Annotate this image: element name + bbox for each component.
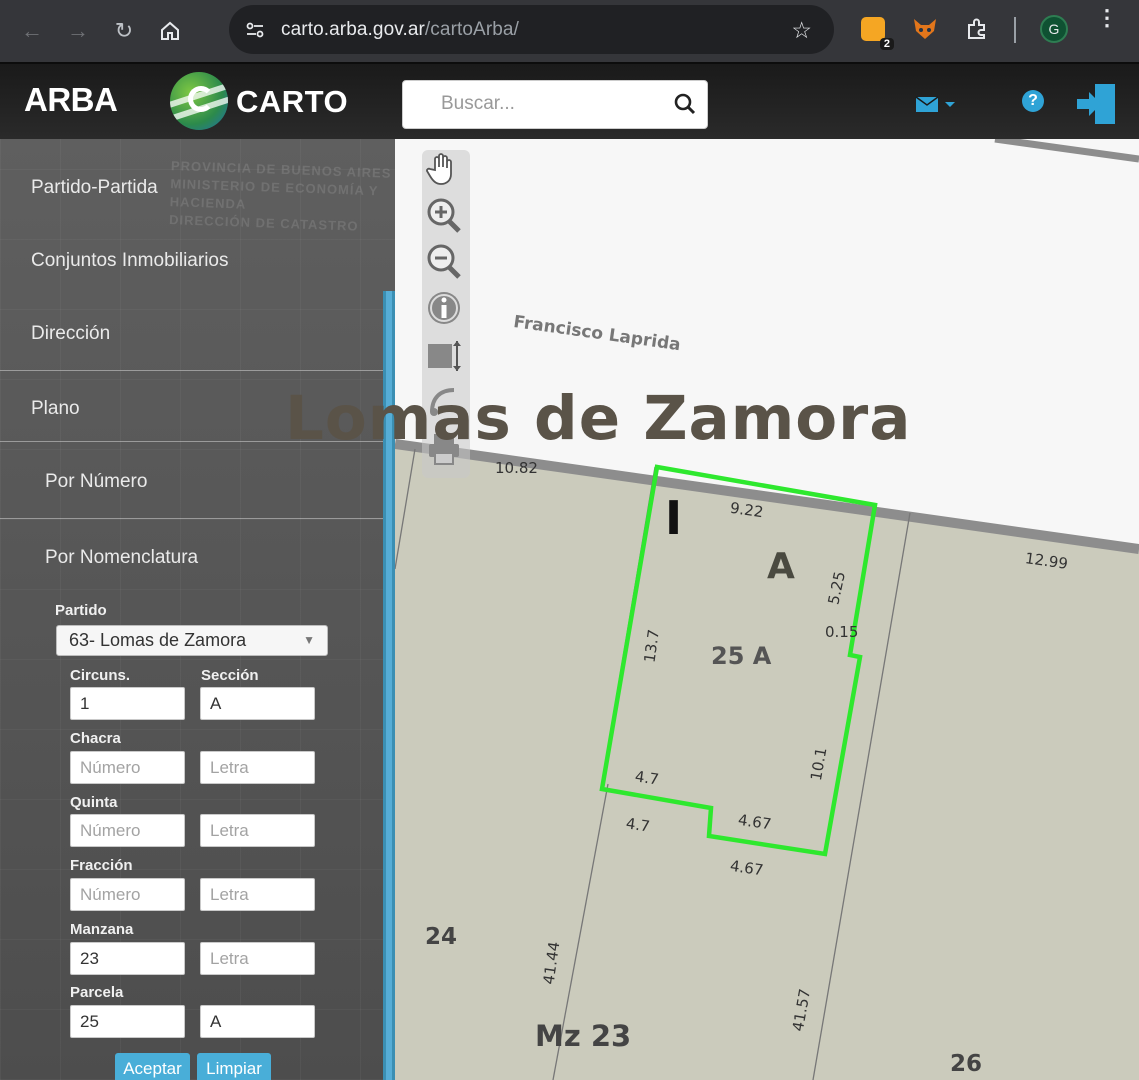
extension-orange-icon[interactable]: 2 <box>858 14 894 50</box>
reload-icon[interactable]: ↻ <box>104 11 144 51</box>
circunscripcion-marker: I <box>665 491 683 545</box>
bookmark-star-icon[interactable]: ☆ <box>791 17 812 44</box>
municipality-title: Lomas de Zamora <box>285 383 912 454</box>
partido-select[interactable]: 63- Lomas de Zamora ▼ <box>56 625 328 656</box>
map-canvas[interactable]: Francisco Laprida 10.82 9.22 12.99 5.25 … <box>395 139 1139 1080</box>
menu-partido-partida[interactable]: Partido-Partida <box>31 177 158 199</box>
arba-logo: ARBA <box>24 81 118 118</box>
lot-line <box>395 448 416 570</box>
app-header: ARBA CARTO ? <box>0 62 1139 139</box>
toolbar-divider <box>1014 17 1016 43</box>
chacra-numero-field[interactable] <box>70 751 185 784</box>
extent-icon[interactable] <box>426 338 466 378</box>
zoom-in-icon[interactable] <box>426 197 466 237</box>
parcel-id-label: 25 A <box>711 642 772 670</box>
profile-avatar[interactable]: G <box>1040 15 1068 43</box>
chacra-label: Chacra <box>70 730 121 747</box>
seccion-field[interactable] <box>200 687 315 720</box>
parcela-label: Parcela <box>70 984 124 1001</box>
search-sidebar: PROVINCIA DE BUENOS AIRES MINISTERIO DE … <box>0 139 395 1080</box>
manzana-label: Manzana <box>70 921 134 938</box>
fraccion-letra-field[interactable] <box>200 878 315 911</box>
quinta-letra-field[interactable] <box>200 814 315 847</box>
help-icon[interactable]: ? <box>1022 90 1044 112</box>
pan-hand-icon[interactable] <box>426 152 466 192</box>
menu-divider <box>0 370 383 371</box>
search-box <box>402 80 708 129</box>
partido-label: Partido <box>55 602 107 619</box>
mail-dropdown-icon[interactable] <box>915 94 961 119</box>
menu-por-nomenclatura[interactable]: Por Nomenclatura <box>45 547 198 569</box>
url-text: carto.arba.gov.ar/cartoArba/ <box>281 18 519 40</box>
chevron-down-icon: ▼ <box>303 633 315 647</box>
info-icon[interactable] <box>426 290 466 330</box>
address-bar[interactable]: carto.arba.gov.ar/cartoArba/ ☆ <box>229 5 834 54</box>
circuns-field[interactable] <box>70 687 185 720</box>
extensions-puzzle-icon[interactable] <box>962 14 992 44</box>
manzana-numero-field[interactable] <box>70 942 185 975</box>
manzana-label: Mz 23 <box>535 1019 632 1053</box>
site-settings-icon[interactable] <box>237 12 273 48</box>
quinta-label: Quinta <box>70 794 118 811</box>
carto-globe-logo <box>170 72 228 130</box>
neighbor-parcel-label: 24 <box>425 924 458 950</box>
home-icon[interactable] <box>150 11 190 51</box>
carto-logo-text: CARTO <box>236 84 349 119</box>
search-icon[interactable] <box>673 92 697 121</box>
fraccion-numero-field[interactable] <box>70 878 185 911</box>
menu-direccion[interactable]: Dirección <box>31 323 110 345</box>
neighbor-parcel-label: 26 <box>950 1051 983 1077</box>
logout-icon[interactable] <box>1075 82 1117 131</box>
cadastral-map <box>395 139 1139 1080</box>
circuns-label: Circuns. <box>70 667 131 684</box>
dimension-label: 0.15 <box>825 623 859 641</box>
menu-plano[interactable]: Plano <box>31 398 80 420</box>
fraccion-label: Fracción <box>70 857 133 874</box>
chacra-letra-field[interactable] <box>200 751 315 784</box>
aceptar-button[interactable]: Aceptar <box>115 1053 190 1080</box>
quinta-numero-field[interactable] <box>70 814 185 847</box>
parcela-numero-field[interactable] <box>70 1005 185 1038</box>
chrome-menu-icon[interactable]: ⋮ <box>1096 7 1118 29</box>
parcela-letra-field[interactable] <box>200 1005 315 1038</box>
catastro-stamp: PROVINCIA DE BUENOS AIRES MINISTERIO DE … <box>168 158 392 234</box>
extension-badge: 2 <box>879 38 894 50</box>
extension-fox-icon[interactable] <box>910 14 940 44</box>
dimension-label: 4.7 <box>624 814 651 836</box>
dimension-label: 10.82 <box>495 459 538 477</box>
limpiar-button[interactable]: Limpiar <box>197 1053 271 1080</box>
menu-divider <box>0 518 383 519</box>
dimension-label: 4.7 <box>633 767 660 789</box>
menu-conjuntos-inmobiliarios[interactable]: Conjuntos Inmobiliarios <box>31 250 229 272</box>
seccion-marker: A <box>767 546 795 587</box>
search-input[interactable] <box>441 81 681 126</box>
menu-por-numero[interactable]: Por Número <box>45 471 147 493</box>
forward-icon[interactable]: → <box>58 11 98 51</box>
manzana-letra-field[interactable] <box>200 942 315 975</box>
browser-toolbar: ← → ↻ carto.arba.gov.ar/cartoArba/ ☆ 2 G… <box>0 0 1139 62</box>
seccion-label: Sección <box>201 667 259 684</box>
back-icon[interactable]: ← <box>12 11 52 51</box>
zoom-out-icon[interactable] <box>426 243 466 283</box>
